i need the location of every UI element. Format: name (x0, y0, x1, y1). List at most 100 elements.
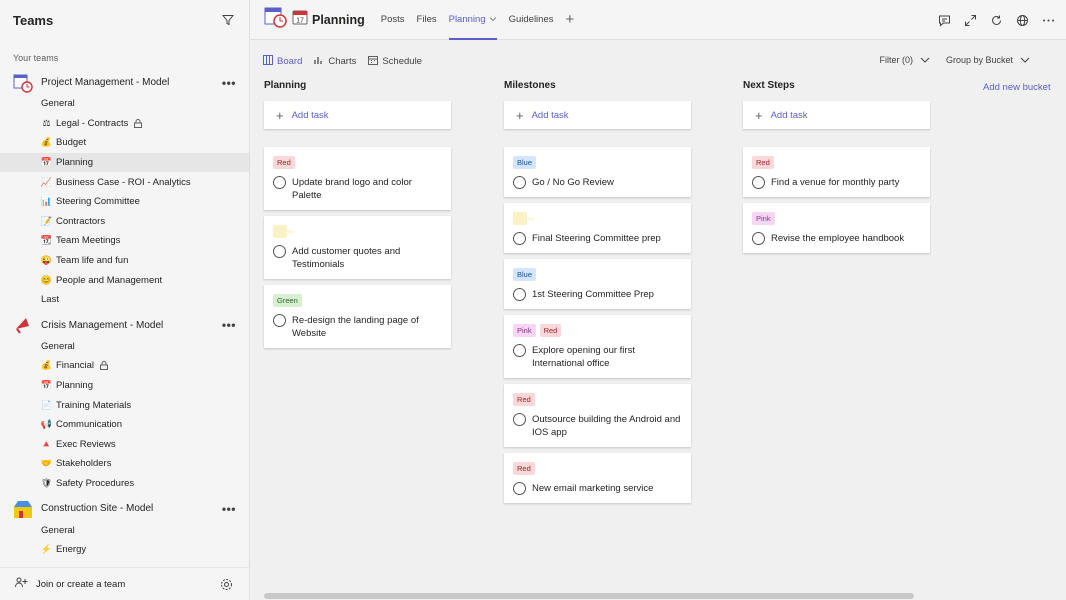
add-task-button[interactable]: + Add task (264, 101, 451, 129)
group-by-dropdown[interactable]: Group by Bucket (946, 55, 1030, 65)
filter-icon[interactable] (220, 12, 236, 28)
channel-item[interactable]: General (0, 337, 249, 357)
view-tab-charts[interactable]: Charts (314, 55, 356, 68)
tab-posts[interactable]: Posts (381, 0, 405, 40)
channel-item[interactable]: 📅 Planning (0, 376, 249, 396)
globe-icon[interactable] (1014, 12, 1030, 28)
horizontal-scrollbar[interactable] (264, 593, 914, 599)
channel-item[interactable]: 💰 Budget (0, 133, 249, 153)
add-tab-button[interactable]: + (565, 11, 574, 28)
channel-item[interactable]: 📈 Business Case - ROI - Analytics (0, 172, 249, 192)
task-card[interactable]: Red Find a venue for monthly party (743, 147, 930, 197)
task-card[interactable]: Red Outsource building the Android and IO… (504, 384, 691, 447)
channel-emoji-icon: 🛡 (40, 477, 53, 488)
task-row: Revise the employee handbook (752, 232, 921, 245)
more-options-icon[interactable] (1040, 12, 1056, 28)
channel-item[interactable]: 😊 People and Management (0, 270, 249, 290)
complete-task-checkbox[interactable] (513, 482, 526, 495)
channel-item[interactable]: 😜 Team life and fun (0, 251, 249, 271)
complete-task-checkbox[interactable] (752, 232, 765, 245)
add-task-label: Add task (291, 109, 329, 121)
complete-task-checkbox[interactable] (273, 314, 286, 327)
team-item[interactable]: Construction Site - Model ••• (0, 497, 249, 520)
team-item[interactable]: Project Management - Model ••• (0, 71, 249, 94)
channel-item[interactable]: ⚖ Legal - Contracts (0, 114, 249, 134)
team-item[interactable]: Crisis Management - Model ••• (0, 314, 249, 337)
channel-item[interactable]: 📊 Steering Committee (0, 192, 249, 212)
complete-task-checkbox[interactable] (513, 413, 526, 426)
channel-item[interactable]: 📆 Team Meetings (0, 231, 249, 251)
task-labels: Blue (513, 156, 682, 169)
gear-icon[interactable] (218, 576, 234, 592)
task-row: Re-design the landing page of Website (273, 314, 442, 340)
channel-item[interactable]: 📅 Planning (0, 152, 249, 173)
filter-label: Filter (0) (879, 55, 913, 65)
channel-item[interactable]: ⚡ Energy (0, 540, 249, 560)
channel-emoji-icon: 📝 (40, 215, 53, 226)
more-options-icon[interactable]: ••• (222, 502, 236, 516)
more-options-icon[interactable]: ••• (222, 318, 236, 332)
more-options-icon[interactable]: ••• (222, 76, 236, 90)
complete-task-checkbox[interactable] (513, 344, 526, 357)
channel-emoji-icon: 🤝 (40, 458, 53, 469)
task-title: Explore opening our first International … (532, 345, 635, 369)
channel-label: General (41, 340, 75, 352)
filter-dropdown[interactable]: Filter (0) (879, 55, 930, 65)
view-tab-board[interactable]: Board (263, 54, 302, 68)
task-row: Final Steering Committee prep (513, 232, 682, 245)
channel-item[interactable]: 📄 Training Materials (0, 395, 249, 415)
task-card[interactable]: Blue Go / No Go Review (504, 147, 691, 197)
task-card[interactable]: Pink Revise the employee handbook (743, 203, 930, 253)
complete-task-checkbox[interactable] (752, 176, 765, 189)
task-title: Go / No Go Review (532, 177, 614, 188)
complete-task-checkbox[interactable] (513, 176, 526, 189)
team-calendar-clock-icon (264, 5, 288, 34)
task-labels: Yellow (513, 212, 682, 225)
task-label-badge: Red (513, 393, 535, 406)
task-card[interactable]: Blue 1st Steering Committee Prep (504, 259, 691, 309)
channel-label: Contractors (56, 215, 106, 227)
task-title: Add customer quotes and Testimonials (292, 246, 401, 270)
tab-files[interactable]: Files (417, 0, 437, 40)
complete-task-checkbox[interactable] (513, 288, 526, 301)
add-task-button[interactable]: + Add task (504, 101, 691, 129)
task-card[interactable]: Pink Red Explore opening our first Interna… (504, 315, 691, 378)
add-new-bucket-link[interactable]: Add new bucket (983, 82, 1051, 93)
task-card[interactable]: Green Re-design the landing page of Websi… (264, 285, 451, 348)
channel-item[interactable]: 📝 Contractors (0, 212, 249, 232)
channel-item[interactable]: 📢 Communication (0, 415, 249, 435)
complete-task-checkbox[interactable] (273, 176, 286, 189)
expand-icon[interactable] (962, 12, 978, 28)
view-tab-schedule[interactable]: Schedule (368, 55, 422, 68)
channel-item[interactable]: 🛡 Safety Procedures (0, 474, 249, 494)
join-create-team-button[interactable]: Join or create a team (15, 577, 218, 591)
channel-emoji-icon: 🔺 (40, 438, 53, 449)
chevron-down-icon (1020, 55, 1030, 65)
conversation-icon[interactable] (936, 12, 952, 28)
channel-item[interactable]: 💰 Financial (0, 356, 249, 376)
task-label-badge: Red (273, 156, 295, 169)
calendar-icon: 17 (292, 9, 308, 30)
task-title: Revise the employee handbook (771, 233, 905, 244)
task-card[interactable]: Yellow Final Steering Committee prep (504, 203, 691, 253)
tab-planning[interactable]: Planning (448, 0, 497, 40)
complete-task-checkbox[interactable] (513, 232, 526, 245)
channel-item[interactable]: 🤝 Stakeholders (0, 454, 249, 474)
task-card[interactable]: Red New email marketing service (504, 453, 691, 503)
tab-guidelines[interactable]: Guidelines (509, 0, 554, 40)
complete-task-checkbox[interactable] (273, 245, 286, 258)
construction-icon (13, 499, 33, 519)
task-label-badge: Yellow (273, 225, 295, 238)
channel-item[interactable]: Last (0, 290, 249, 310)
channel-item[interactable]: General (0, 520, 249, 540)
task-label-badge: Blue (513, 156, 537, 169)
task-card[interactable]: Yellow Add customer quotes and Testimonia… (264, 216, 451, 279)
task-card[interactable]: Red Update brand logo and color Palette (264, 147, 451, 210)
chevron-down-icon (489, 14, 497, 25)
refresh-icon[interactable] (988, 12, 1004, 28)
channel-item[interactable]: 🔺 Exec Reviews (0, 435, 249, 455)
add-task-button[interactable]: + Add task (743, 101, 930, 129)
channel-item[interactable]: General (0, 94, 249, 114)
channel-label: People and Management (56, 274, 163, 286)
task-label-badge: Pink (752, 212, 775, 225)
